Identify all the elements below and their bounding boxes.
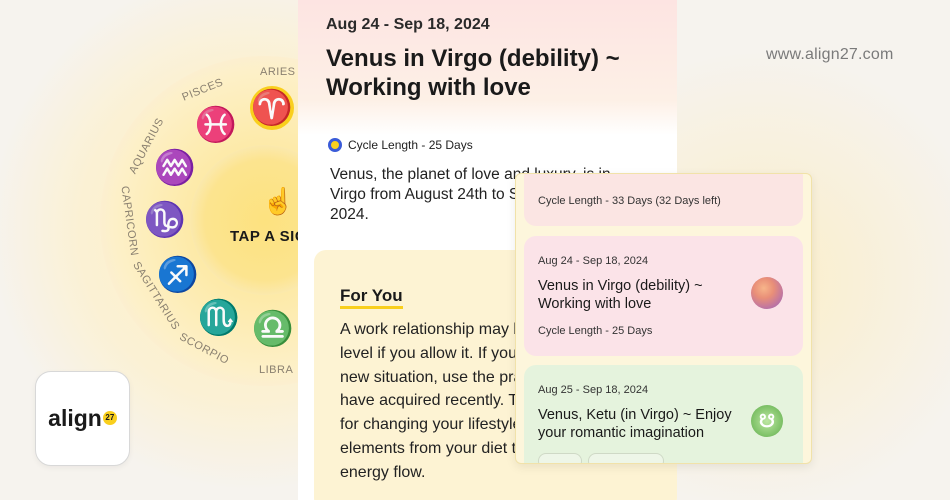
transit-list-item[interactable]: Cycle Length - 33 Days (32 Days left): [524, 174, 803, 226]
libra-sign-icon[interactable]: ♎: [251, 307, 295, 351]
transit-list-panel[interactable]: Cycle Length - 33 Days (32 Days left) Au…: [515, 173, 812, 464]
logo-badge: 27: [102, 410, 117, 425]
site-url: www.align27.com: [766, 46, 894, 63]
aries-sign-icon[interactable]: ♈: [250, 86, 294, 130]
tag-chip: [588, 453, 664, 463]
aquarius-sign-icon[interactable]: ♒: [153, 146, 197, 190]
pisces-sign-icon[interactable]: ♓: [194, 103, 238, 147]
detail-cycle-length: Cycle Length - 25 Days: [348, 138, 473, 152]
capricorn-sign-icon[interactable]: ♑: [143, 198, 187, 242]
transit-list-item[interactable]: Aug 24 - Sep 18, 2024 Venus in Virgo (de…: [524, 236, 803, 356]
transit-cycle-length: Cycle Length - 33 Days (32 Days left): [538, 195, 721, 207]
transit-list-item[interactable]: Aug 25 - Sep 18, 2024 Venus, Ketu (in Vi…: [524, 365, 803, 463]
transit-date-range: Aug 25 - Sep 18, 2024: [538, 384, 649, 396]
for-you-heading: For You: [340, 286, 403, 309]
transit-date-range: Aug 24 - Sep 18, 2024: [538, 255, 649, 267]
transit-title: Venus in Virgo (debility) ~ Working with…: [538, 278, 703, 313]
tap-a-sign-label: TAP A SIG: [230, 228, 308, 245]
transit-tags: [538, 453, 664, 463]
ketu-node-icon: ☋: [751, 405, 783, 437]
tap-hand-icon: ☝: [262, 186, 295, 216]
detail-cycle-row: Cycle Length - 25 Days: [328, 138, 473, 152]
logo-wordmark: align: [48, 405, 102, 431]
venus-planet-icon: [751, 277, 783, 309]
detail-title: Venus in Virgo (debility) ~ Working with…: [326, 45, 620, 102]
transit-title: Venus, Ketu (in Virgo) ~ Enjoy your roma…: [538, 407, 732, 442]
tag-chip: [538, 453, 582, 463]
scorpio-sign-icon[interactable]: ♏: [197, 296, 241, 340]
transit-cycle-length: Cycle Length - 25 Days: [538, 325, 653, 337]
app-logo: align 27: [35, 371, 130, 466]
sign-label-aries: ARIES: [260, 66, 296, 78]
sign-label-libra: LIBRA: [259, 364, 294, 376]
sagittarius-sign-icon[interactable]: ♐: [156, 253, 200, 297]
cycle-icon: [328, 138, 342, 152]
detail-date-range: Aug 24 - Sep 18, 2024: [326, 16, 490, 33]
